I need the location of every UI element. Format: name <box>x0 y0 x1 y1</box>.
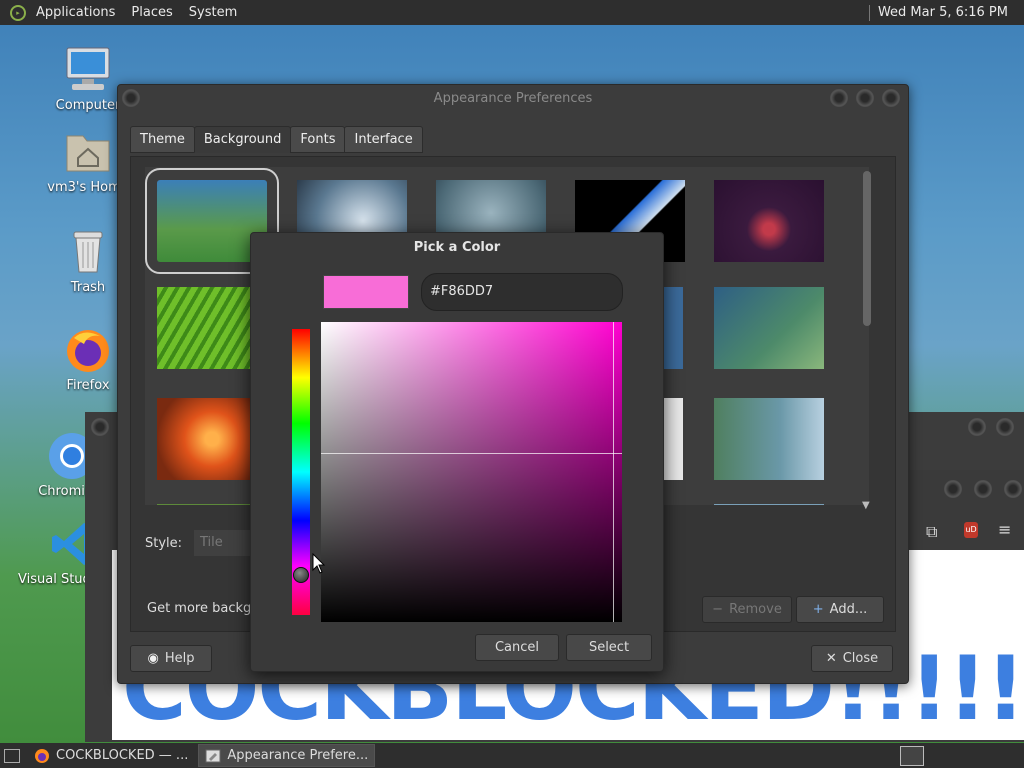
close-button-label: Close <box>842 651 879 666</box>
show-desktop-icon[interactable] <box>4 748 20 763</box>
add-button[interactable]: + Add... <box>796 596 884 623</box>
browser-close-button[interactable] <box>1004 480 1022 498</box>
remove-button-label: Remove <box>729 602 782 617</box>
color-crosshair-horizontal <box>321 453 622 454</box>
select-button-label: Select <box>588 640 630 655</box>
tab-background[interactable]: Background <box>193 126 292 153</box>
dialog-title: Pick a Color <box>413 240 501 255</box>
menu-places[interactable]: Places <box>123 5 180 20</box>
add-button-label: Add... <box>829 602 868 617</box>
window-controls <box>830 89 900 107</box>
task-firefox[interactable]: COCKBLOCKED — ... <box>28 744 194 767</box>
maximize-button[interactable] <box>996 418 1014 436</box>
minimize-button[interactable] <box>830 89 848 107</box>
hamburger-menu-icon[interactable]: ≡ <box>998 520 1011 539</box>
workspace-switcher[interactable] <box>900 745 924 766</box>
firefox-icon <box>64 326 112 374</box>
extensions-icon[interactable]: ⧉ <box>926 522 937 542</box>
help-button[interactable]: ◉ Help <box>130 645 212 672</box>
wallpaper-thumbnail[interactable] <box>714 398 824 480</box>
task-appearance[interactable]: Appearance Prefere... <box>198 744 376 767</box>
mate-logo-icon[interactable]: ▸ <box>10 4 26 21</box>
home-folder-icon <box>64 128 112 176</box>
cancel-button[interactable]: Cancel <box>475 634 559 661</box>
wallpaper-thumbnail[interactable] <box>663 287 683 369</box>
saturation-value-plane[interactable] <box>321 322 622 622</box>
window-title: Appearance Preferences <box>433 91 593 106</box>
plus-icon: + <box>812 602 824 617</box>
help-button-label: Help <box>164 651 195 666</box>
wallpaper-thumbnail[interactable] <box>663 398 683 480</box>
browser-window-controls <box>944 480 1022 498</box>
select-button[interactable]: Select <box>566 634 652 661</box>
tab-interface[interactable]: Interface <box>344 126 423 153</box>
browser-toolbar: ⧉ uD ≡ <box>910 470 1024 550</box>
clock[interactable]: Wed Mar 5, 6:16 PM <box>878 5 1024 20</box>
scrollbar-thumb[interactable] <box>863 171 871 326</box>
desktop-icon-label: Computer <box>55 98 121 113</box>
remove-button[interactable]: − Remove <box>702 596 792 623</box>
wallpaper-thumbnail[interactable] <box>714 180 824 262</box>
hex-color-input[interactable]: #F86DD7 <box>421 273 623 311</box>
style-select-value: Tile <box>200 535 223 550</box>
wallpaper-thumbnail[interactable] <box>714 287 824 369</box>
ublock-icon[interactable]: uD <box>964 522 978 538</box>
top-panel: ▸ Applications Places System Wed Mar 5, … <box>0 0 1024 25</box>
mouse-pointer-icon <box>312 553 326 574</box>
menu-system[interactable]: System <box>181 5 245 20</box>
close-icon: ✕ <box>825 651 837 666</box>
computer-icon <box>64 46 112 94</box>
task-label: Appearance Prefere... <box>227 748 369 763</box>
browser-maximize-button[interactable] <box>974 480 992 498</box>
appearance-icon <box>205 749 221 762</box>
color-swatch <box>323 275 409 309</box>
tab-fonts[interactable]: Fonts <box>290 126 346 153</box>
minus-icon: − <box>712 602 724 617</box>
desktop-icon-label: Firefox <box>66 378 110 393</box>
hue-slider-handle[interactable] <box>293 567 309 583</box>
close-button[interactable]: ✕ Close <box>811 645 893 672</box>
desktop-icon-label: Trash <box>70 280 106 295</box>
tab-bar: Theme Background Fonts Interface <box>130 126 423 153</box>
wallpaper-scrollbar[interactable]: ▼ <box>862 171 871 511</box>
pick-a-color-dialog[interactable]: Pick a Color #F86DD7 Cancel Select <box>250 232 664 672</box>
tab-theme[interactable]: Theme <box>130 126 195 153</box>
panel-separator <box>868 4 870 21</box>
close-window-button[interactable] <box>882 89 900 107</box>
help-icon: ◉ <box>147 651 159 666</box>
menu-applications[interactable]: Applications <box>28 5 123 20</box>
window-controls <box>968 418 1014 436</box>
firefox-icon <box>35 748 49 763</box>
style-label: Style: <box>145 536 183 551</box>
color-crosshair-vertical <box>613 322 614 622</box>
browser-minimize-button[interactable] <box>944 480 962 498</box>
wallpaper-thumbnail[interactable] <box>714 504 824 505</box>
trash-icon <box>64 228 112 276</box>
maximize-button[interactable] <box>856 89 874 107</box>
window-menu-button[interactable] <box>91 418 109 436</box>
minimize-button[interactable] <box>968 418 986 436</box>
taskbar: COCKBLOCKED — ... Appearance Prefere... <box>0 743 1024 768</box>
task-label: COCKBLOCKED — ... <box>56 748 189 763</box>
scroll-down-arrow-icon[interactable]: ▼ <box>862 500 870 511</box>
cancel-button-label: Cancel <box>494 640 540 655</box>
